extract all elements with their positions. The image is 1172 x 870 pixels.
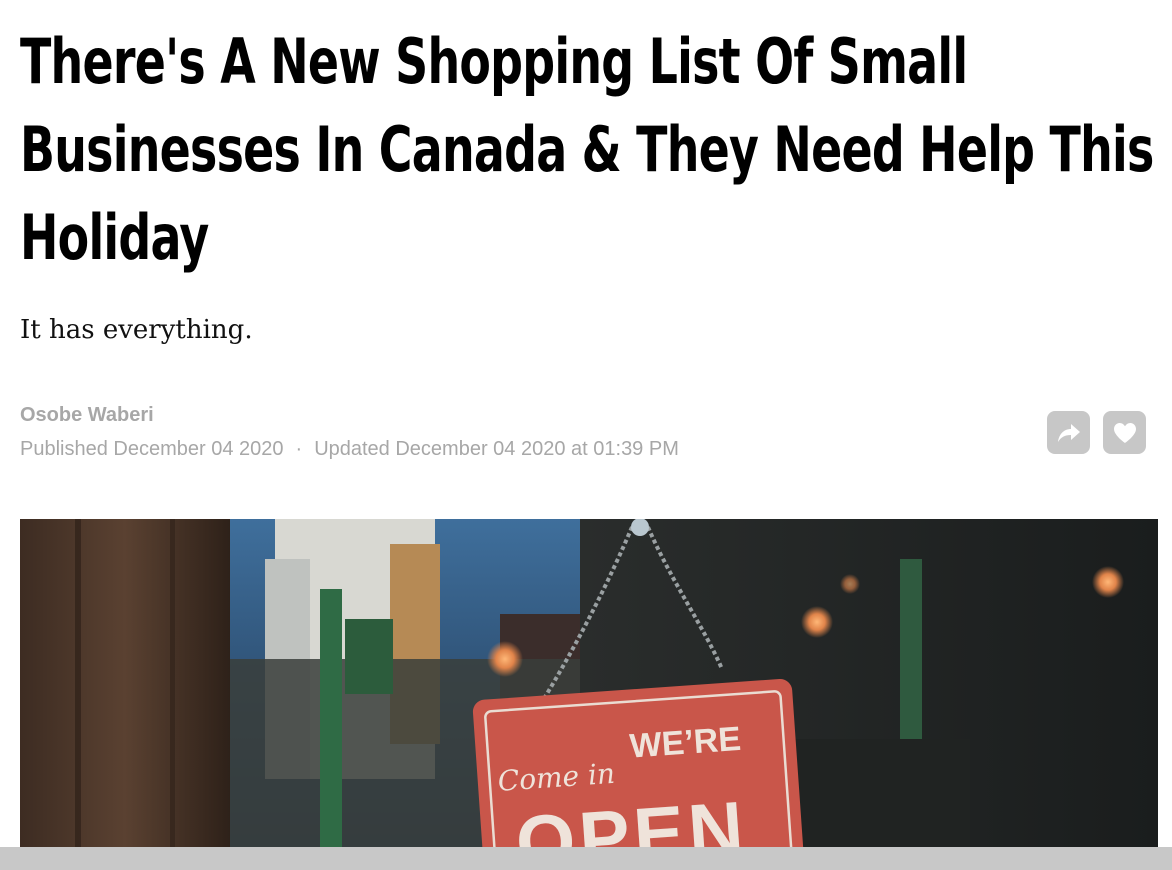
like-button[interactable] — [1103, 411, 1146, 454]
hero-image: Come in WE’RE OPEN — [20, 519, 1158, 849]
heart-icon — [1112, 421, 1138, 445]
article: There's A New Shopping List Of Small Bus… — [0, 0, 1172, 870]
updated-date: Updated December 04 2020 at 01:39 PM — [314, 438, 679, 460]
author-name[interactable]: Osobe Waberi — [20, 404, 154, 427]
bottom-bar — [0, 847, 1172, 870]
headline: There's A New Shopping List Of Small Bus… — [20, 25, 1154, 274]
sign-top-text: WE’RE — [628, 720, 742, 766]
publish-dates: Published December 04 2020 · Updated Decem… — [20, 438, 679, 461]
date-separator: · — [295, 438, 303, 460]
published-date: Published December 04 2020 — [20, 438, 284, 460]
subheadline: It has everything. — [20, 315, 253, 345]
share-button[interactable] — [1047, 411, 1090, 454]
share-arrow-icon — [1056, 422, 1082, 444]
